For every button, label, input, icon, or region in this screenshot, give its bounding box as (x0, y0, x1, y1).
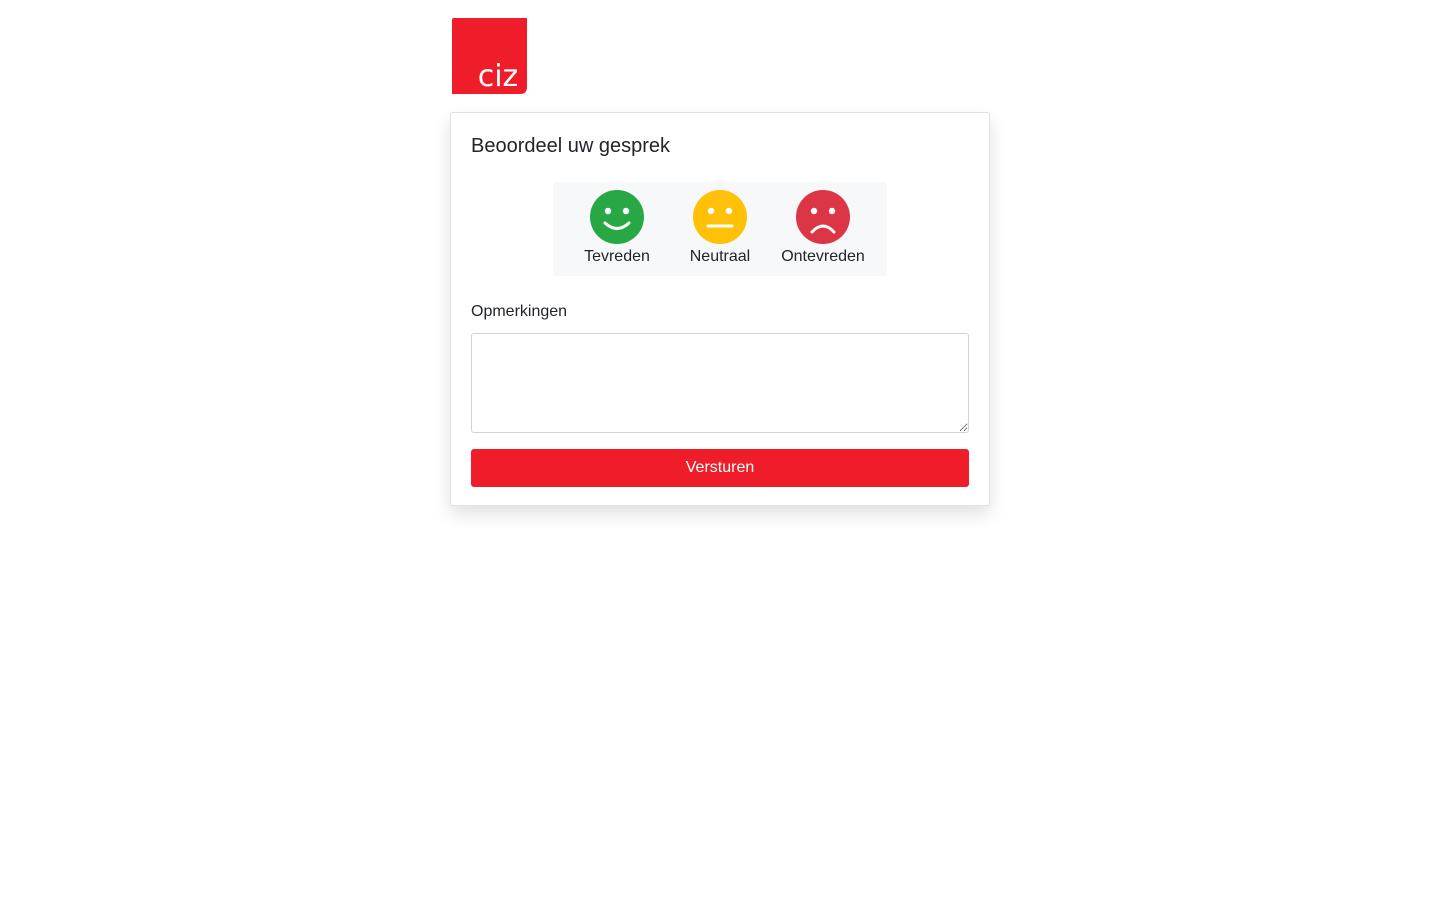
ciz-logo-icon: ciz (452, 18, 528, 94)
rating-option-tevreden[interactable]: Tevreden (567, 190, 667, 276)
smiley-sad-icon (796, 190, 850, 244)
ciz-logo: ciz (450, 16, 530, 96)
page: ciz Beoordeel uw gesprek Tevreden Neutra… (0, 0, 1440, 900)
rating-option-ontevreden[interactable]: Ontevreden (773, 190, 873, 276)
rating-option-neutraal[interactable]: Neutraal (670, 190, 770, 276)
rating-label-tevreden: Tevreden (584, 248, 650, 265)
comments-label: Opmerkingen (471, 303, 568, 320)
svg-text:ciz: ciz (478, 59, 519, 94)
rating-label-ontevreden: Ontevreden (781, 248, 865, 265)
smiley-neutral-icon (693, 190, 747, 244)
rating-label-neutraal: Neutraal (689, 248, 751, 265)
rating-card: Beoordeel uw gesprek Tevreden Neutraal O… (450, 112, 990, 506)
smiley-happy-icon (590, 190, 644, 244)
submit-button[interactable]: Versturen (471, 449, 969, 487)
page-title: Beoordeel uw gesprek (471, 135, 671, 157)
comments-field[interactable] (471, 333, 969, 433)
rating-group: Tevreden Neutraal Ontevreden (553, 182, 887, 276)
